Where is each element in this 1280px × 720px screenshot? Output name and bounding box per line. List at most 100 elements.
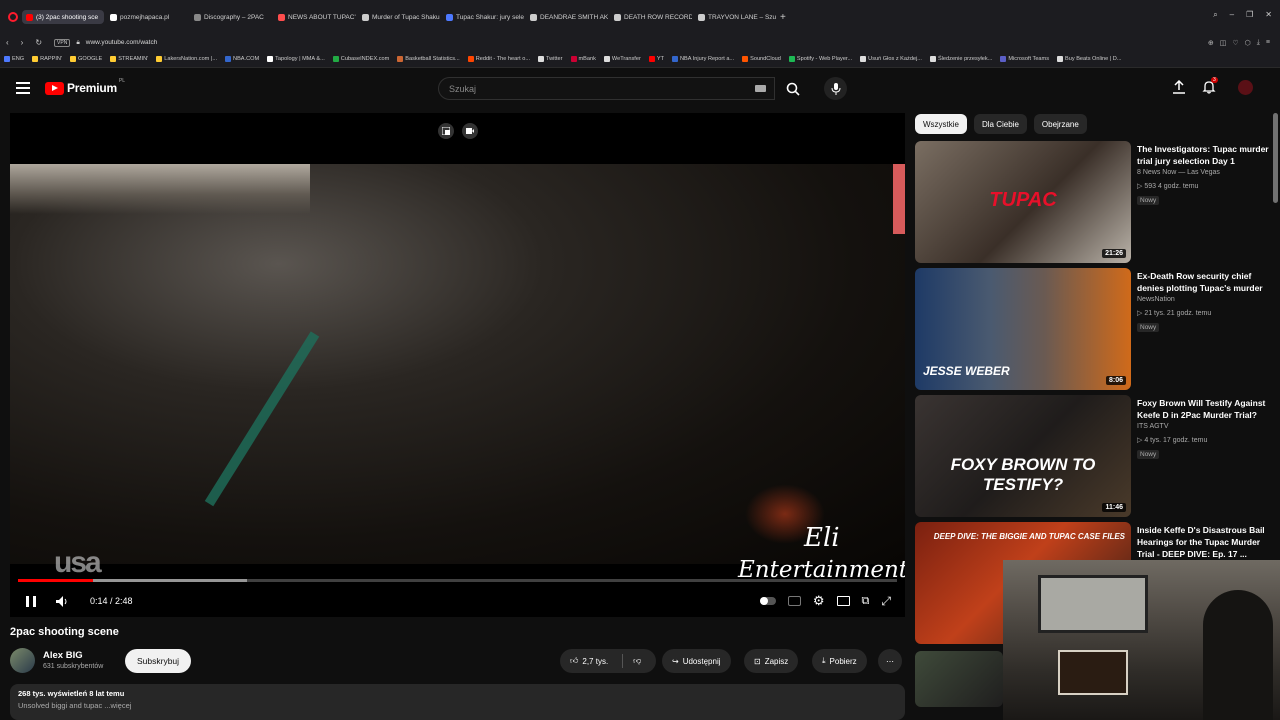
recommendation-thumbnail[interactable]: TUPAC 21:26 <box>915 141 1131 263</box>
miniplayer-icon[interactable] <box>836 596 850 606</box>
upload-button[interactable] <box>1172 79 1186 99</box>
maximize-button[interactable]: ❐ <box>1246 10 1253 20</box>
menu-burger-icon[interactable] <box>16 82 30 97</box>
pause-icon[interactable] <box>26 595 36 607</box>
extensions-icon[interactable]: ⬡ <box>1245 39 1251 47</box>
recommendation-title[interactable]: Foxy Brown Will Testify Against Keefe D … <box>1137 397 1273 421</box>
bookmark-item[interactable]: Śledzenie przesyłek... <box>929 56 992 62</box>
bookmark-item[interactable]: Reddit - The heart o... <box>467 56 530 62</box>
bookmark-item[interactable]: NBA Injury Report a... <box>672 56 734 62</box>
bookmark-item[interactable]: GOOGLE <box>70 56 102 62</box>
filter-chip[interactable]: Obejrzane <box>1033 114 1087 134</box>
bookmark-item[interactable]: WeTransfer <box>603 56 641 62</box>
opera-logo-icon[interactable] <box>8 12 18 22</box>
recommendation-item[interactable]: JESSE WEBER 8:06 Ex-Death Row security chi… <box>915 268 1275 390</box>
filter-chip[interactable]: Dla Ciebie <box>974 114 1027 134</box>
browser-tab[interactable]: TRAYVON LANE – Szukaj <box>694 10 776 24</box>
cast-icon[interactable]: ⧉ <box>862 595 870 608</box>
filter-chip[interactable]: Wszystkie <box>915 114 967 134</box>
recommendation-title[interactable]: Ex-Death Row security chief denies plott… <box>1137 270 1273 294</box>
recommendation-title[interactable]: The Investigators: Tupac murder trial ju… <box>1137 143 1273 167</box>
like-button[interactable]: 👍︎ 2,7 tys. 👎︎ <box>560 649 656 673</box>
bookmark-item[interactable]: Tapology | MMA &... <box>267 56 325 62</box>
menu-icon[interactable]: ≡ <box>1266 39 1270 47</box>
bookmark-item[interactable]: SoundCloud <box>742 56 781 62</box>
bookmark-item[interactable]: Twitter <box>538 56 563 62</box>
zoom-icon[interactable]: ⊕ <box>1208 39 1214 47</box>
search-input[interactable]: Szukaj <box>438 77 775 100</box>
recommendation-thumbnail[interactable]: FOXY BROWN TO TESTIFY? 11:46 <box>915 395 1131 517</box>
bookmark-item[interactable]: Spotify - Web Player... <box>788 56 852 62</box>
browser-tab[interactable]: Tupac Shakur: jury selecti <box>442 10 524 24</box>
recommendation-channel[interactable]: ITS AGTV <box>1137 423 1169 430</box>
search-tabs-icon[interactable]: ⌕ <box>1213 10 1217 20</box>
youtube-premium-logo[interactable]: Premium PL <box>45 78 125 95</box>
subtitles-icon[interactable] <box>787 596 801 606</box>
keyboard-icon[interactable] <box>755 85 766 92</box>
share-button[interactable]: ↪ Udostępnij <box>662 649 731 673</box>
minimize-button[interactable]: – <box>1230 10 1234 20</box>
bookmark-item[interactable]: YT <box>648 56 664 62</box>
bookmark-item[interactable]: RAPPIN' <box>32 56 62 62</box>
settings-gear-icon[interactable]: ⚙ <box>813 593 825 609</box>
subscribe-button[interactable]: Subskrybuj <box>125 649 192 673</box>
browser-tab[interactable]: pozmejhapaca.pl <box>106 10 188 24</box>
recommendation-thumbnail[interactable]: JESSE WEBER 8:06 <box>915 268 1131 390</box>
browser-tab[interactable]: Discography – 2PAC <box>190 10 272 24</box>
channel-avatar[interactable] <box>10 648 35 673</box>
search-button[interactable] <box>775 77 810 100</box>
forward-icon[interactable]: › <box>21 38 24 47</box>
back-icon[interactable]: ‹ <box>6 38 9 47</box>
snapshot-icon[interactable]: ◫ <box>1220 39 1227 47</box>
bookmark-item[interactable]: NBA.COM <box>225 56 259 62</box>
recommendation-channel[interactable]: NewsNation <box>1137 296 1175 303</box>
close-window-button[interactable]: ✕ <box>1265 10 1272 20</box>
video-frame[interactable] <box>10 164 905 564</box>
bookmark-item[interactable]: CubaseINDEX.com <box>332 56 389 62</box>
recommendation-thumbnail[interactable] <box>915 651 1003 707</box>
channel-name[interactable]: Alex BIG <box>43 650 83 661</box>
camera-button[interactable] <box>462 123 478 139</box>
sidebar-scrollbar[interactable] <box>1273 113 1278 203</box>
url-field[interactable]: www.youtube.com/watch <box>86 39 158 46</box>
bookmark-item[interactable]: STREAMIN' <box>110 56 148 62</box>
browser-tab[interactable]: (3) 2pac shooting sce <box>22 10 104 24</box>
bookmark-item[interactable]: mBank <box>570 56 596 62</box>
recommendation-item[interactable]: TUPAC 21:26 The Investigators: Tupac murde… <box>915 141 1275 263</box>
bookmark-item[interactable]: Buy Beats Online | D... <box>1057 56 1121 62</box>
browser-tab[interactable]: NEWS ABOUT TUPAC'S TI <box>274 10 356 24</box>
bookmark-item[interactable]: Usuń Głos z Każdej... <box>860 56 922 62</box>
download-icon[interactable]: ⤓ <box>1257 39 1260 47</box>
description-preview[interactable]: Unsolved biggi and tupac ...więcej <box>18 701 897 710</box>
video-player[interactable]: usa Eli Entertainment 0:14 / 2:48 ⚙ ⧉ ⤢ <box>10 113 905 617</box>
bookmark-item[interactable]: LakersNation.com |... <box>156 56 217 62</box>
recommendation-channel[interactable]: 8 News Now — Las Vegas <box>1137 169 1220 176</box>
bookmark-icon[interactable]: ♡ <box>1232 39 1238 47</box>
more-actions-button[interactable]: ⋯ <box>878 649 902 673</box>
browser-tab[interactable]: DEANDRAE SMITH AKA <box>526 10 608 24</box>
reload-icon[interactable]: ↻ <box>35 38 42 47</box>
account-avatar[interactable] <box>1238 80 1253 95</box>
download-button[interactable]: ⤓ Pobierz <box>812 649 867 673</box>
recommendation-title[interactable]: Inside Keffe D's Disastrous Bail Hearing… <box>1137 524 1273 560</box>
vpn-badge[interactable]: VPN <box>54 38 71 47</box>
bookmark-item[interactable]: Microsoft Teams <box>1000 56 1049 62</box>
browser-tab[interactable]: Murder of Tupac Shakur <box>358 10 440 24</box>
fullscreen-icon[interactable]: ⤢ <box>881 594 891 609</box>
voice-search-button[interactable] <box>824 77 847 100</box>
progress-bar[interactable] <box>18 579 897 582</box>
bookmark-label: Basketball Statistics... <box>405 56 460 62</box>
bookmark-item[interactable]: ENG <box>4 56 24 62</box>
thumbs-down-icon[interactable]: 👎︎ <box>633 656 641 666</box>
description-box[interactable]: 268 tys. wyświetleń 8 lat temu Unsolved … <box>10 684 905 720</box>
miniplayer-button[interactable] <box>438 123 454 139</box>
browser-tab[interactable]: DEATH ROW RECORDS PE <box>610 10 692 24</box>
autoplay-toggle[interactable] <box>759 597 776 605</box>
recommendation-item[interactable]: FOXY BROWN TO TESTIFY? 11:46 Foxy Brown Wi… <box>915 395 1275 517</box>
notifications-button[interactable]: 3 <box>1202 77 1218 99</box>
volume-icon[interactable] <box>56 595 69 607</box>
new-tab-button[interactable]: + <box>780 12 786 23</box>
bookmark-item[interactable]: Basketball Statistics... <box>397 56 460 62</box>
usa-watermark: usa <box>54 546 102 579</box>
save-button[interactable]: ⊡ Zapisz <box>744 649 799 673</box>
